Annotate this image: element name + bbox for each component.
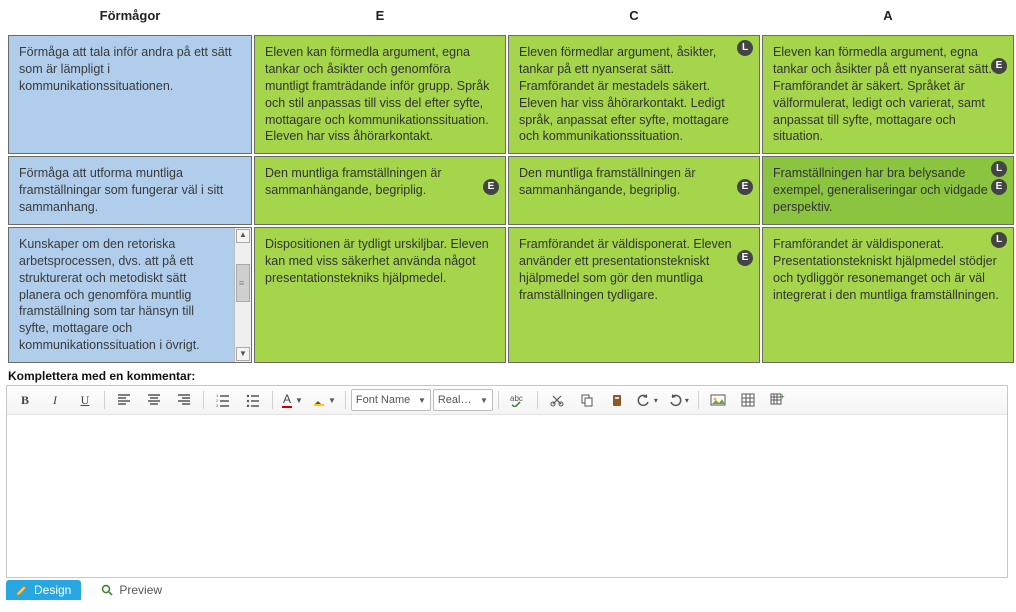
ability-cell[interactable]: Förmåga att utforma muntliga framställni…	[8, 156, 252, 225]
svg-text:3: 3	[216, 403, 219, 407]
criteria-cell-c[interactable]: Den muntliga framställningen är sammanhä…	[508, 156, 760, 225]
criteria-badge: E	[483, 179, 499, 195]
criteria-text: Eleven kan förmedla argument, egna tanka…	[265, 45, 489, 143]
criteria-badge: L	[991, 161, 1007, 177]
cut-button[interactable]	[543, 389, 571, 411]
criteria-badge: E	[991, 179, 1007, 195]
font-name-picker[interactable]: Font Name▼	[351, 389, 431, 411]
criteria-text: Framställningen har bra belysande exempe…	[773, 166, 988, 214]
highlight-color-button[interactable]: ▼	[309, 389, 340, 411]
header-abilities: Förmågor	[8, 4, 252, 33]
criteria-text: Dispositionen är tydligt urskiljbar. Ele…	[265, 237, 489, 285]
criteria-cell-a[interactable]: Framställningen har bra belysande exempe…	[762, 156, 1014, 225]
italic-button[interactable]: I	[41, 389, 69, 411]
scroll-up-icon[interactable]: ▲	[236, 229, 250, 243]
scrollbar[interactable]: ▲▼	[234, 228, 251, 362]
criteria-text: Eleven kan förmedla argument, egna tanka…	[773, 45, 992, 143]
table-wizard-button[interactable]: +	[764, 389, 792, 411]
spellcheck-button[interactable]: abc	[504, 389, 532, 411]
font-color-button[interactable]: A ▼	[278, 389, 307, 411]
svg-text:abc: abc	[510, 394, 523, 403]
tab-design-label: Design	[34, 583, 71, 597]
copy-button[interactable]	[573, 389, 601, 411]
undo-button[interactable]: ▾	[633, 389, 662, 411]
redo-button[interactable]: ▾	[664, 389, 693, 411]
criteria-text: Den muntliga framställningen är sammanhä…	[265, 166, 441, 197]
header-level-c: C	[508, 4, 760, 33]
align-center-button[interactable]	[140, 389, 168, 411]
underline-button[interactable]: U	[71, 389, 99, 411]
criteria-cell-a[interactable]: Eleven kan förmedla argument, egna tanka…	[762, 35, 1014, 154]
ability-text: Kunskaper om den retoriska arbetsprocess…	[9, 228, 234, 362]
bold-button[interactable]: B	[11, 389, 39, 411]
criteria-badge: L	[737, 40, 753, 56]
header-level-a: A	[762, 4, 1014, 33]
paste-button[interactable]	[603, 389, 631, 411]
criteria-cell-a[interactable]: Framförandet är väldisponerat. Presentat…	[762, 227, 1014, 363]
ordered-list-button[interactable]: 123	[209, 389, 237, 411]
rubric-table: Förmågor E C A Förmåga att tala inför an…	[6, 2, 1016, 365]
editor-toolbar: B I U 123 A ▼ ▼ Font Name▼	[7, 386, 1007, 415]
tab-preview[interactable]: Preview	[91, 580, 172, 600]
criteria-badge: E	[737, 179, 753, 195]
scroll-down-icon[interactable]: ▼	[236, 347, 250, 361]
criteria-text: Den muntliga framställningen är sammanhä…	[519, 166, 695, 197]
criteria-badge: L	[991, 232, 1007, 248]
editor-footer: Design Preview	[6, 578, 1010, 600]
font-size-picker[interactable]: Real…▼	[433, 389, 493, 411]
unordered-list-button[interactable]	[239, 389, 267, 411]
comment-label: Komplettera med en kommentar:	[6, 365, 1010, 385]
insert-table-button[interactable]	[734, 389, 762, 411]
criteria-badge: E	[737, 250, 753, 266]
header-level-e: E	[254, 4, 506, 33]
criteria-cell-c[interactable]: Framförandet är väldisponerat. Eleven an…	[508, 227, 760, 363]
criteria-badge: E	[991, 58, 1007, 74]
criteria-text: Eleven förmedlar argument, åsikter, tank…	[519, 45, 729, 143]
pencil-icon	[16, 584, 28, 596]
rich-text-editor: B I U 123 A ▼ ▼ Font Name▼	[6, 385, 1008, 578]
insert-image-button[interactable]	[704, 389, 732, 411]
align-left-button[interactable]	[110, 389, 138, 411]
magnifier-icon	[101, 584, 113, 596]
editor-textarea[interactable]	[7, 415, 1007, 577]
tab-preview-label: Preview	[119, 583, 162, 597]
criteria-cell-e[interactable]: Dispositionen är tydligt urskiljbar. Ele…	[254, 227, 506, 363]
criteria-text: Framförandet är väldisponerat. Presentat…	[773, 237, 999, 302]
scroll-thumb[interactable]	[236, 264, 250, 302]
tab-design[interactable]: Design	[6, 580, 81, 600]
criteria-text: Framförandet är väldisponerat. Eleven an…	[519, 237, 732, 302]
criteria-cell-c[interactable]: Eleven förmedlar argument, åsikter, tank…	[508, 35, 760, 154]
align-right-button[interactable]	[170, 389, 198, 411]
ability-cell[interactable]: Förmåga att tala inför andra på ett sätt…	[8, 35, 252, 154]
svg-text:+: +	[780, 393, 785, 401]
criteria-cell-e[interactable]: Eleven kan förmedla argument, egna tanka…	[254, 35, 506, 154]
criteria-cell-e[interactable]: Den muntliga framställningen är sammanhä…	[254, 156, 506, 225]
ability-cell[interactable]: Kunskaper om den retoriska arbetsprocess…	[8, 227, 252, 363]
